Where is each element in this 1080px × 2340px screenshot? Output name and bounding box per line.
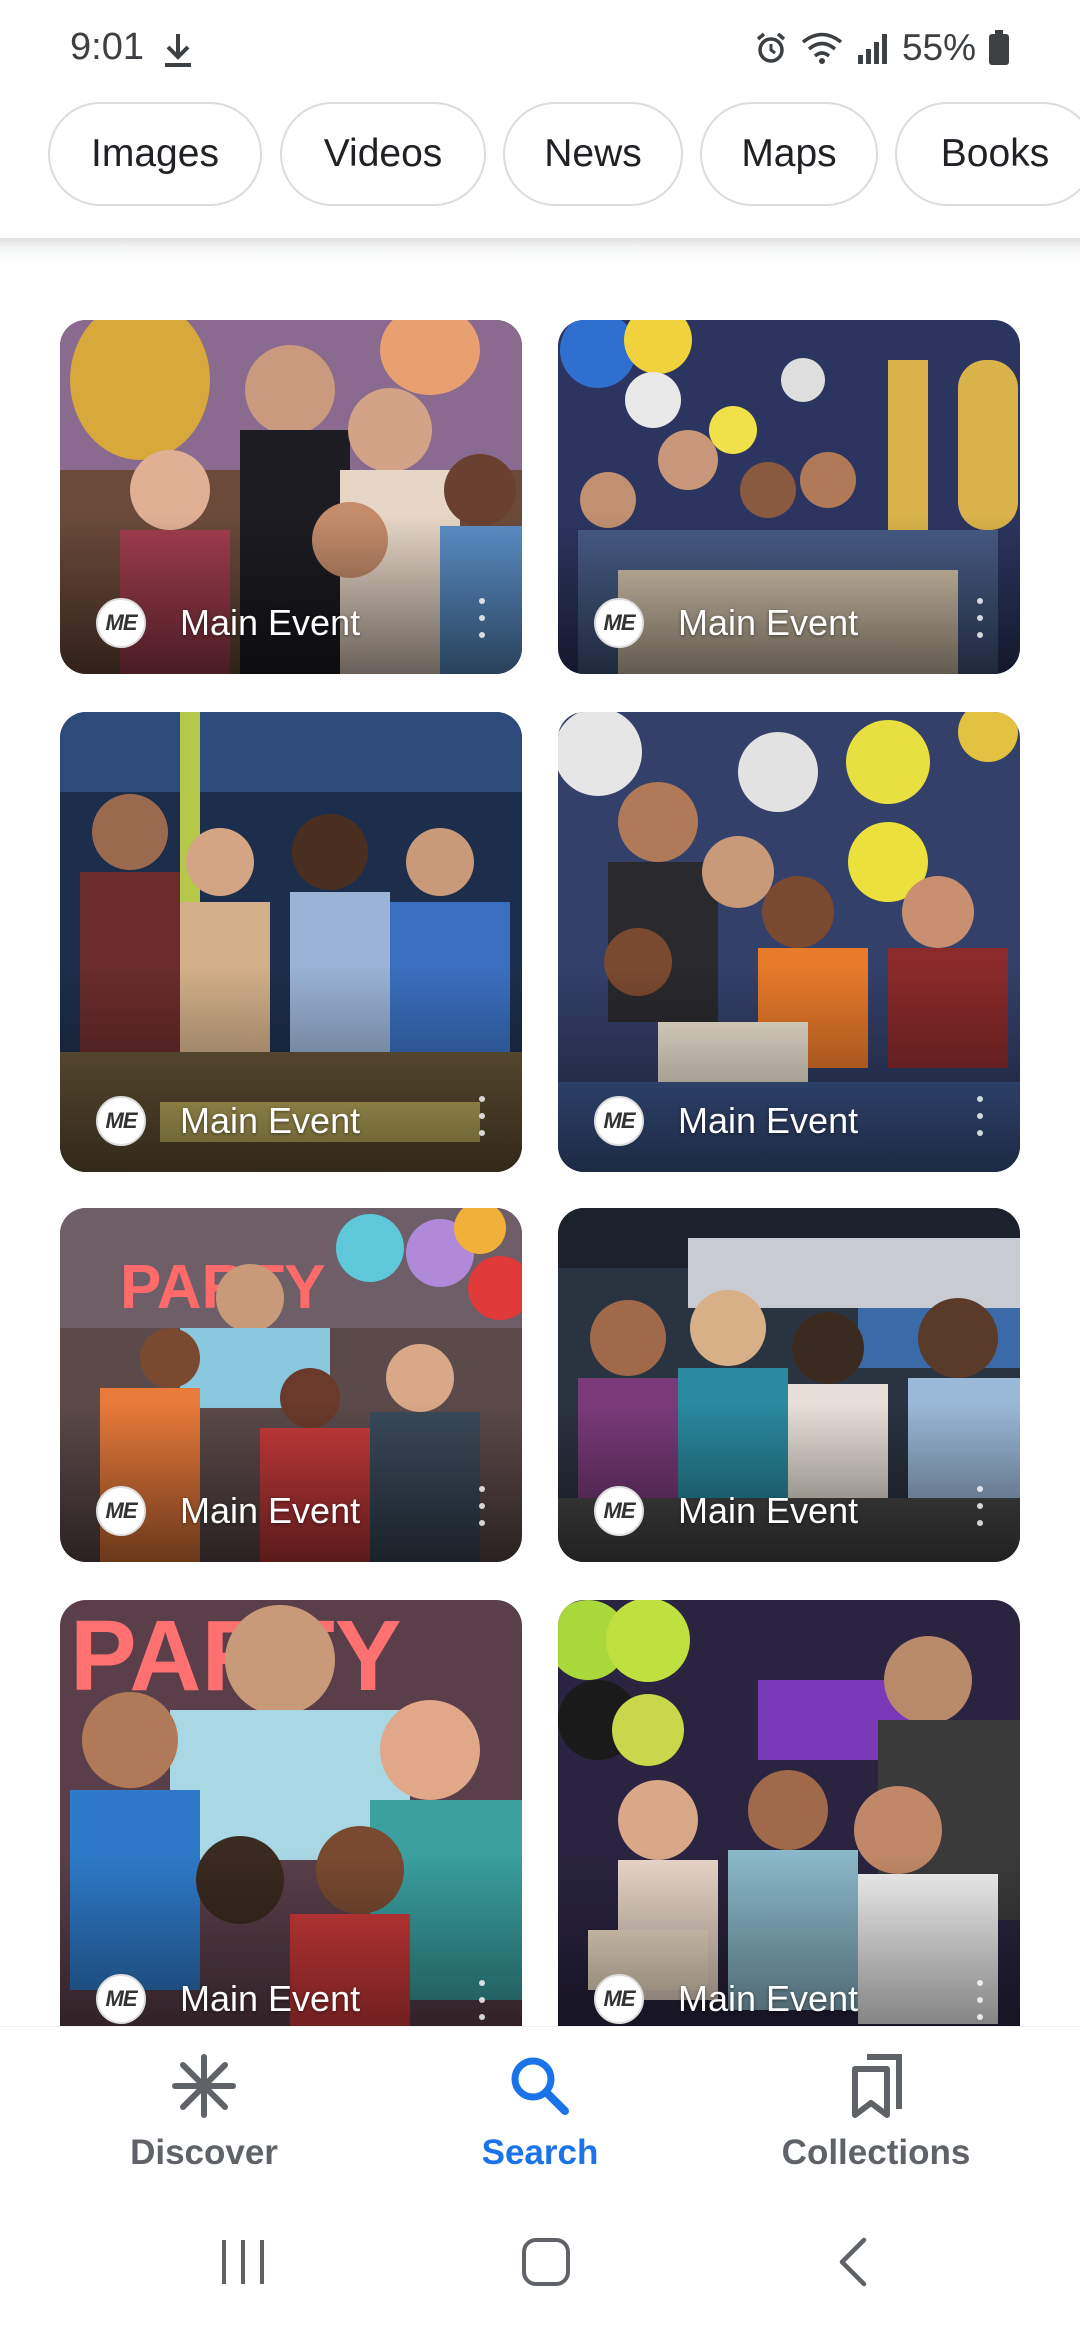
result-source: Main Event (180, 602, 361, 643)
card-caption: ME Main Event (96, 1096, 360, 1146)
image-results-grid: ME Main Event ME Main Event ME Main Even… (0, 262, 1080, 2026)
status-time: 9:01 (70, 26, 144, 68)
image-result[interactable]: ME Main Event (60, 320, 522, 674)
chip-maps[interactable]: Maps (700, 102, 878, 206)
main-event-logo: ME (594, 1486, 644, 1536)
main-event-logo: ME (594, 598, 644, 648)
result-source: Main Event (678, 1490, 859, 1531)
back-icon[interactable] (832, 2236, 872, 2288)
result-source: Main Event (180, 1100, 361, 1141)
card-caption: ME Main Event (594, 1486, 858, 1536)
image-result[interactable]: ME Main Event (558, 1208, 1020, 1562)
nav-collections[interactable]: Collections (756, 2051, 996, 2173)
battery-percentage: 55% (901, 27, 976, 68)
collections-bookmark-icon (852, 2054, 902, 2118)
card-shade (60, 1402, 522, 1562)
bottom-navigation: Discover Search Collections (0, 2026, 1080, 2197)
chip-news[interactable]: News (503, 102, 683, 206)
alarm-icon (756, 32, 786, 63)
card-caption: ME Main Event (96, 1486, 360, 1536)
battery-icon (989, 30, 1009, 65)
image-result[interactable]: PARTY ME Main Event (60, 1600, 522, 2026)
main-event-logo: ME (96, 598, 146, 648)
more-options-icon[interactable] (478, 598, 486, 638)
recent-apps-icon[interactable] (218, 2236, 268, 2288)
more-options-icon[interactable] (976, 1980, 984, 2020)
more-options-icon[interactable] (478, 1980, 486, 2020)
image-result[interactable]: ME Main Event (558, 320, 1020, 674)
main-event-logo: ME (96, 1486, 146, 1536)
chip-videos[interactable]: Videos (280, 102, 486, 206)
card-shade (558, 1402, 1020, 1562)
wifi-icon (801, 32, 843, 64)
status-icons: 55% (754, 26, 1010, 70)
card-caption: ME Main Event (594, 1974, 858, 2024)
more-options-icon[interactable] (478, 1096, 486, 1136)
main-event-logo: ME (594, 1096, 644, 1146)
download-icon (165, 34, 191, 67)
image-result[interactable]: ME Main Event (60, 712, 522, 1172)
main-event-logo: ME (594, 1974, 644, 2024)
result-source: Main Event (180, 1490, 361, 1531)
card-caption: ME Main Event (594, 598, 858, 648)
card-shade (558, 514, 1020, 674)
asterisk-icon (172, 2054, 236, 2118)
header-divider (0, 238, 1080, 262)
more-options-icon[interactable] (976, 598, 984, 638)
card-caption: ME Main Event (96, 598, 360, 648)
more-options-icon[interactable] (976, 1096, 984, 1136)
main-event-logo: ME (96, 1096, 146, 1146)
image-result[interactable]: ME Main Event (558, 712, 1020, 1172)
nav-discover[interactable]: Discover (84, 2051, 324, 2173)
home-icon[interactable] (520, 2236, 572, 2288)
signal-icon (857, 34, 887, 64)
nav-collections-label: Collections (781, 2133, 971, 2172)
more-options-icon[interactable] (976, 1486, 984, 1526)
more-options-icon[interactable] (478, 1486, 486, 1526)
card-shade (60, 514, 522, 674)
status-bar: 9:01 55% (0, 0, 1080, 96)
chip-books[interactable]: Books (895, 102, 1080, 206)
chip-images[interactable]: Images (48, 102, 262, 206)
result-source: Main Event (678, 1100, 859, 1141)
system-navigation-bar (0, 2196, 1080, 2340)
nav-discover-label: Discover (130, 2133, 278, 2172)
filter-chips: Images Videos News Maps Books (0, 100, 1080, 212)
result-source: Main Event (678, 1978, 859, 2019)
card-caption: ME Main Event (594, 1096, 858, 1146)
image-result[interactable]: ME Main Event (558, 1600, 1020, 2026)
card-caption: ME Main Event (96, 1974, 360, 2024)
search-icon (511, 2057, 569, 2115)
nav-search[interactable]: Search (420, 2051, 660, 2173)
result-source: Main Event (678, 602, 859, 643)
main-event-logo: ME (96, 1974, 146, 2024)
image-result[interactable]: PARTY ME Main Event (60, 1208, 522, 1562)
nav-search-label: Search (481, 2133, 599, 2172)
result-source: Main Event (180, 1978, 361, 2019)
